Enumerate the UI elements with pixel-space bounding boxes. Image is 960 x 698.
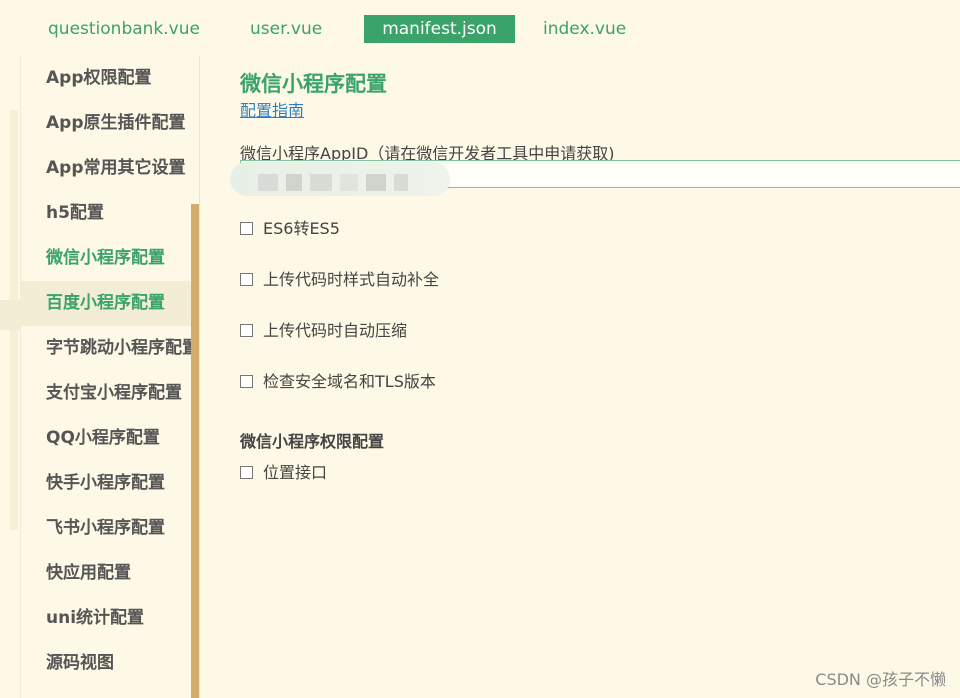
main-panel: 微信小程序配置 配置指南 微信小程序AppID（请在微信开发者工具中申请获取) …	[230, 56, 960, 698]
config-guide-link[interactable]: 配置指南	[240, 97, 304, 121]
sidebar-item-app-native-plugins[interactable]: App原生插件配置	[21, 101, 193, 146]
sidebar-item-uni-stat[interactable]: uni统计配置	[21, 596, 193, 641]
sidebar-item-source-view[interactable]: 源码视图	[21, 641, 193, 686]
page-title: 微信小程序配置	[240, 72, 387, 96]
tab-user-vue[interactable]: user.vue	[250, 15, 322, 43]
sidebar-item-alipay-mp[interactable]: 支付宝小程序配置	[21, 371, 193, 416]
location-label: 位置接口	[263, 463, 328, 482]
settings-sidebar: App权限配置 App原生插件配置 App常用其它设置 h5配置 微信小程序配置…	[20, 56, 199, 698]
watermark: CSDN @孩子不懒	[815, 670, 946, 689]
tab-manifest-json[interactable]: manifest.json	[364, 15, 515, 43]
es6-label: ES6转ES5	[263, 219, 340, 238]
sidebar-item-lark-mp[interactable]: 飞书小程序配置	[21, 506, 193, 551]
tab-index-vue[interactable]: index.vue	[543, 15, 626, 43]
sidebar-divider	[199, 56, 200, 698]
sidebar-item-toutiao-mp[interactable]: 字节跳动小程序配置	[21, 326, 193, 371]
style-autocomplete-checkbox[interactable]	[240, 273, 253, 286]
sidebar-item-app-permissions[interactable]: App权限配置	[21, 56, 193, 101]
sidebar-item-app-other-settings[interactable]: App常用其它设置	[21, 146, 193, 191]
tab-questionbank-vue[interactable]: questionbank.vue	[48, 15, 200, 43]
style-autocomplete-label: 上传代码时样式自动补全	[263, 270, 440, 289]
auto-minify-checkbox[interactable]	[240, 324, 253, 337]
sidebar-item-qq-mp[interactable]: QQ小程序配置	[21, 416, 193, 461]
sidebar-item-baidu-mp[interactable]: 百度小程序配置	[21, 281, 193, 326]
check-domain-tls-label: 检查安全域名和TLS版本	[263, 372, 436, 391]
editor-tab-bar: questionbank.vue user.vue manifest.json …	[0, 0, 960, 56]
redacted-appid	[230, 162, 450, 196]
auto-minify-label: 上传代码时自动压缩	[263, 321, 408, 340]
location-checkbox[interactable]	[240, 466, 253, 479]
sidebar-item-h5[interactable]: h5配置	[21, 191, 193, 236]
sidebar-item-quickapp[interactable]: 快应用配置	[21, 551, 193, 596]
sidebar-item-weixin-mp[interactable]: 微信小程序配置	[21, 236, 193, 281]
sidebar-hover-strip	[0, 300, 20, 330]
sidebar-item-kuaishou-mp[interactable]: 快手小程序配置	[21, 461, 193, 506]
check-domain-tls-checkbox[interactable]	[240, 375, 253, 388]
es6-checkbox[interactable]	[240, 222, 253, 235]
permissions-section-title: 微信小程序权限配置	[240, 432, 385, 451]
sidebar-scrollbar[interactable]	[191, 204, 199, 698]
